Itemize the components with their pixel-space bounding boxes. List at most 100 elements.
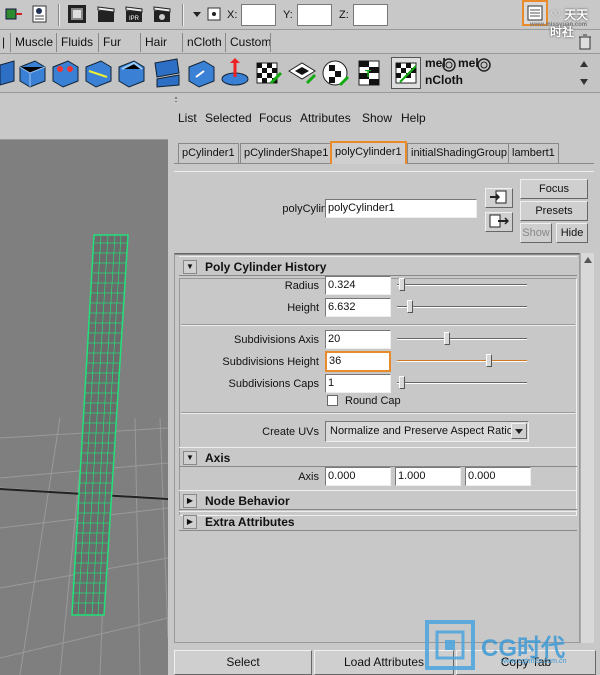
subdivisions-height-slider-thumb[interactable] (486, 354, 492, 367)
document-icon[interactable] (30, 4, 50, 24)
uv-editor-icon[interactable] (391, 57, 421, 89)
menu-attributes[interactable]: Attributes (300, 111, 351, 125)
split-polygon-icon[interactable] (83, 57, 113, 89)
x-input[interactable] (241, 4, 276, 26)
show-manipulator-icon[interactable] (220, 57, 250, 89)
mel-script-icon-2[interactable]: mel (458, 57, 479, 70)
shelf-tab-hair[interactable]: Hair (140, 33, 171, 52)
subdivisions-axis-slider[interactable] (397, 332, 527, 345)
scroll-up-icon[interactable] (582, 255, 594, 268)
spiral-icon[interactable] (442, 58, 456, 75)
height-slider-thumb[interactable] (407, 300, 413, 313)
render-view-icon[interactable] (67, 4, 87, 24)
section-node-behavior[interactable]: ▶ Node Behavior (179, 490, 577, 510)
expand-triangle-icon[interactable]: ▶ (183, 515, 197, 529)
subdivisions-height-input[interactable]: 36 (325, 351, 391, 372)
tab-pcylinder1[interactable]: pCylinder1 (178, 143, 239, 163)
round-cap-checkbox[interactable] (327, 395, 338, 406)
subdivisions-caps-slider[interactable] (397, 376, 527, 389)
create-uvs-dropdown[interactable]: Normalize and Preserve Aspect Ratio (325, 421, 529, 442)
shelf-tab-ncloth[interactable]: nCloth (182, 33, 226, 52)
ncloth-shelf-label[interactable]: nCloth (425, 74, 463, 87)
extrude-icon[interactable] (17, 57, 47, 89)
menu-focus[interactable]: Focus (259, 111, 292, 125)
radius-input[interactable]: 0.324 (325, 276, 391, 295)
tab-lambert1[interactable]: lambert1 (508, 143, 559, 163)
collapse-triangle-icon[interactable]: ▼ (183, 451, 197, 465)
menu-help[interactable]: Help (401, 111, 426, 125)
load-attributes-button[interactable]: Load Attributes (314, 650, 454, 675)
uv-checker-icon[interactable] (253, 57, 283, 89)
hide-button[interactable]: Hide (556, 223, 588, 243)
separator (58, 4, 60, 26)
bridge-icon[interactable] (152, 57, 182, 89)
svg-text:IPR: IPR (129, 16, 140, 22)
section-title-history: Poly Cylinder History (205, 260, 327, 274)
attribute-scroll-area: ▼ Poly Cylinder History Radius 0.324 Hei… (174, 253, 580, 643)
shelf-tab-muscle[interactable]: Muscle (10, 33, 57, 52)
x-label: X: (227, 9, 238, 21)
radius-slider-thumb[interactable] (399, 278, 405, 291)
copy-tab-button[interactable]: Copy Tab (456, 650, 596, 675)
section-axis[interactable]: ▼ Axis (179, 447, 577, 467)
transform-input-icon[interactable] (204, 4, 224, 24)
height-label: Height (287, 302, 319, 314)
y-input[interactable] (297, 4, 332, 26)
perspective-viewport[interactable] (0, 118, 168, 675)
axis-y-input[interactable]: 1.000 (395, 467, 461, 486)
trash-icon[interactable] (578, 34, 592, 53)
expand-triangle-icon[interactable]: ▶ (183, 494, 197, 508)
uv-cylinder-icon[interactable]: T (354, 57, 384, 89)
subdivisions-caps-input[interactable]: 1 (325, 374, 391, 393)
height-slider[interactable] (397, 300, 527, 313)
input-connections-icon[interactable] (485, 188, 513, 208)
shelf-tab-custom[interactable]: Custom (225, 33, 275, 52)
z-input[interactable] (353, 4, 388, 26)
poly-edit-icon[interactable] (50, 57, 80, 89)
node-name-row: polyCylinder: polyCylinder1 Focus Preset… (174, 171, 594, 255)
menu-selected[interactable]: Selected (205, 111, 252, 125)
menu-list[interactable]: List (178, 111, 197, 125)
shelf-tab-fluids[interactable]: Fluids (56, 33, 97, 52)
render-settings-icon[interactable] (152, 4, 172, 24)
show-button[interactable]: Show (520, 223, 552, 243)
output-connections-icon[interactable] (485, 212, 513, 232)
viewport-scene[interactable] (0, 118, 168, 675)
divider (181, 412, 575, 414)
subdivisions-axis-input[interactable]: 20 (325, 330, 391, 349)
axis-z-input[interactable]: 0.000 (465, 467, 531, 486)
bevel-icon[interactable] (116, 57, 146, 89)
shelf-scroll-up-icon[interactable] (578, 58, 590, 73)
subdivisions-height-slider[interactable] (397, 354, 527, 367)
section-extra-attributes[interactable]: ▶ Extra Attributes (179, 511, 577, 531)
presets-button[interactable]: Presets (520, 201, 588, 221)
subdivisions-caps-slider-thumb[interactable] (399, 376, 405, 389)
separator (270, 33, 271, 52)
ae-drag-bar[interactable] (172, 93, 600, 103)
input-output-icon[interactable] (4, 4, 24, 24)
spiral-icon[interactable] (477, 58, 491, 75)
merge-icon[interactable] (186, 57, 216, 89)
ae-menu-bar: List Selected Focus Attributes Show Help (172, 109, 600, 127)
radius-slider[interactable] (397, 278, 527, 291)
collapse-triangle-icon[interactable]: ▼ (183, 260, 197, 274)
tab-polycylinder1[interactable]: polyCylinder1 (330, 141, 407, 164)
tab-initialshadinggroup[interactable]: initialShadingGroup (407, 143, 512, 163)
node-name-input[interactable]: polyCylinder1 (325, 199, 477, 218)
shelf-scroll-down-icon[interactable] (578, 76, 590, 91)
section-poly-cylinder-history[interactable]: ▼ Poly Cylinder History (179, 256, 577, 276)
uv-sphere-icon[interactable] (320, 57, 350, 89)
clapperboard-icon[interactable] (96, 4, 116, 24)
height-input[interactable]: 6.632 (325, 298, 391, 317)
select-button[interactable]: Select (174, 650, 312, 675)
tab-pcylindershape1[interactable]: pCylinderShape1 (240, 143, 333, 163)
subdivisions-axis-slider-thumb[interactable] (444, 332, 450, 345)
vertical-scrollbar[interactable] (580, 253, 594, 643)
focus-button[interactable]: Focus (520, 179, 588, 199)
chevron-down-icon[interactable] (511, 423, 527, 439)
menu-show[interactable]: Show (362, 111, 392, 125)
axis-x-input[interactable]: 0.000 (325, 467, 391, 486)
uv-planar-icon[interactable] (287, 57, 317, 89)
shelf-tab-fur[interactable]: Fur (98, 33, 125, 52)
ipr-render-icon[interactable]: IPR (124, 4, 144, 24)
